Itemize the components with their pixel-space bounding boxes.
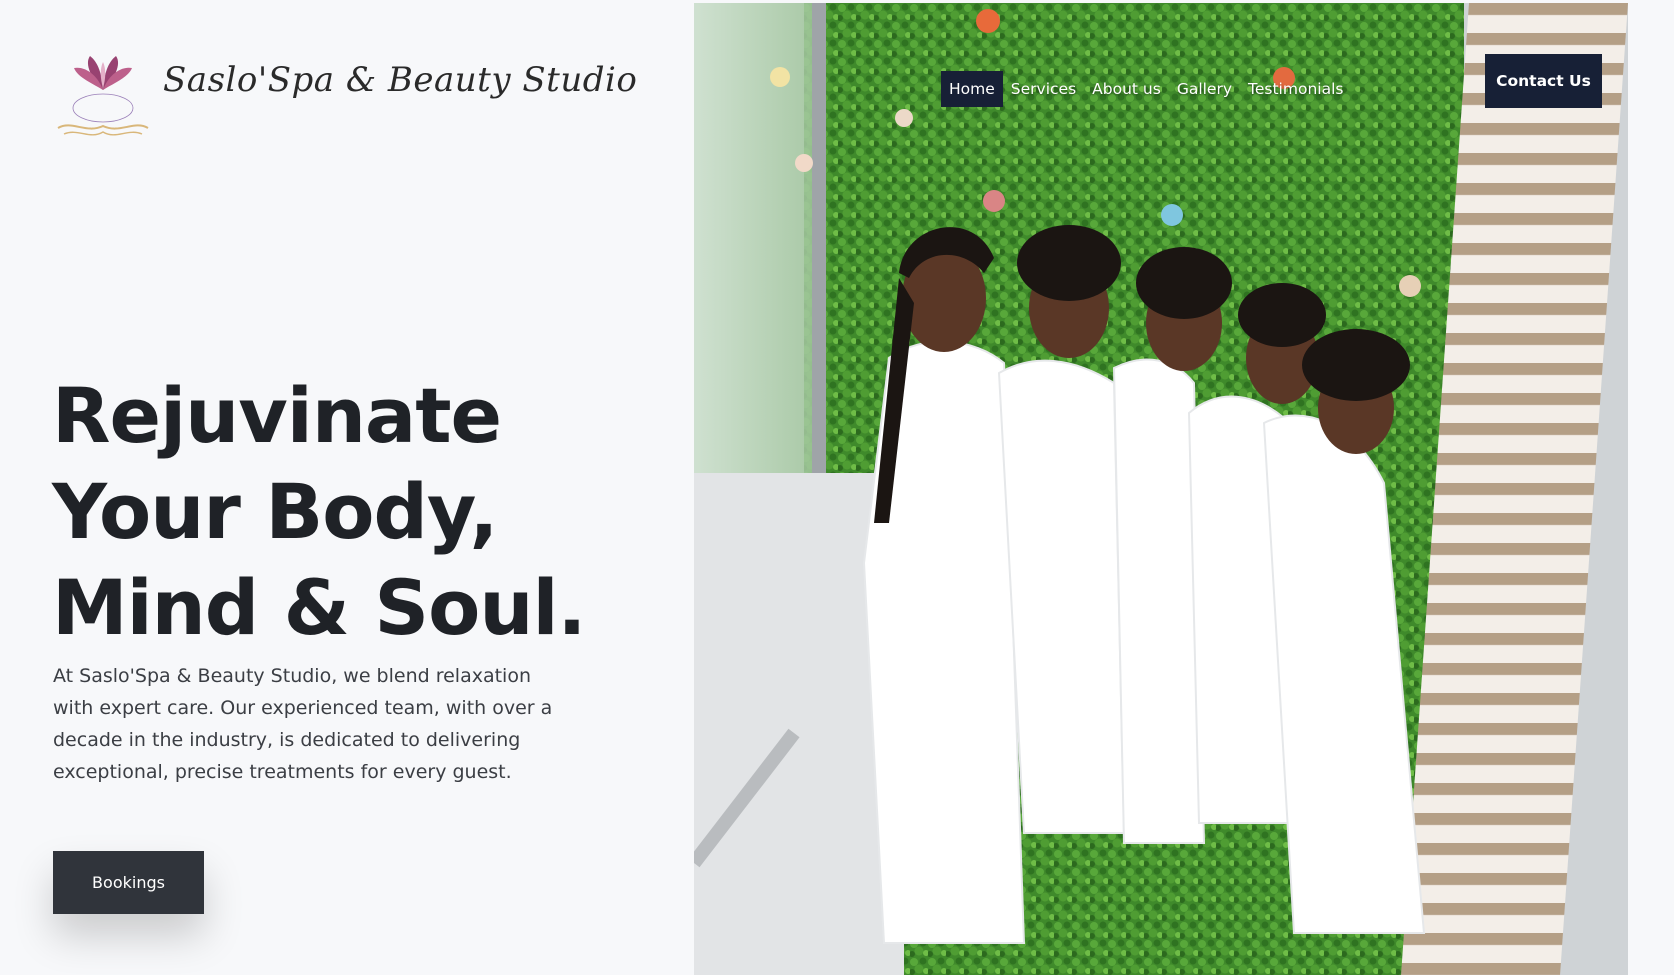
nav-item-testimonials[interactable]: Testimonials: [1240, 71, 1351, 107]
main-nav: Home Services About us Gallery Testimoni…: [941, 69, 1351, 109]
hero-photo: [694, 3, 1628, 975]
nav-item-services[interactable]: Services: [1003, 71, 1084, 107]
nav-item-about-us[interactable]: About us: [1084, 71, 1169, 107]
headline-line: Mind & Soul.: [52, 563, 586, 652]
contact-us-button[interactable]: Contact Us: [1485, 54, 1602, 108]
headline-line: Your Body,: [52, 467, 498, 556]
headline-line: Rejuvinate: [52, 371, 502, 460]
nav-item-home[interactable]: Home: [941, 71, 1003, 107]
hero-left-panel: Saslo'Spa & Beauty Studio Rejuvinate You…: [0, 0, 693, 975]
bookings-button[interactable]: Bookings: [53, 851, 204, 914]
hero-headline: Rejuvinate Your Body, Mind & Soul.: [52, 368, 652, 656]
hero-intro-text: At Saslo'Spa & Beauty Studio, we blend r…: [53, 665, 553, 783]
nav-item-gallery[interactable]: Gallery: [1169, 71, 1240, 107]
brand-name[interactable]: Saslo'Spa & Beauty Studio: [163, 60, 637, 100]
right-gutter: [1628, 0, 1674, 975]
lotus-logo-icon[interactable]: [52, 50, 154, 140]
